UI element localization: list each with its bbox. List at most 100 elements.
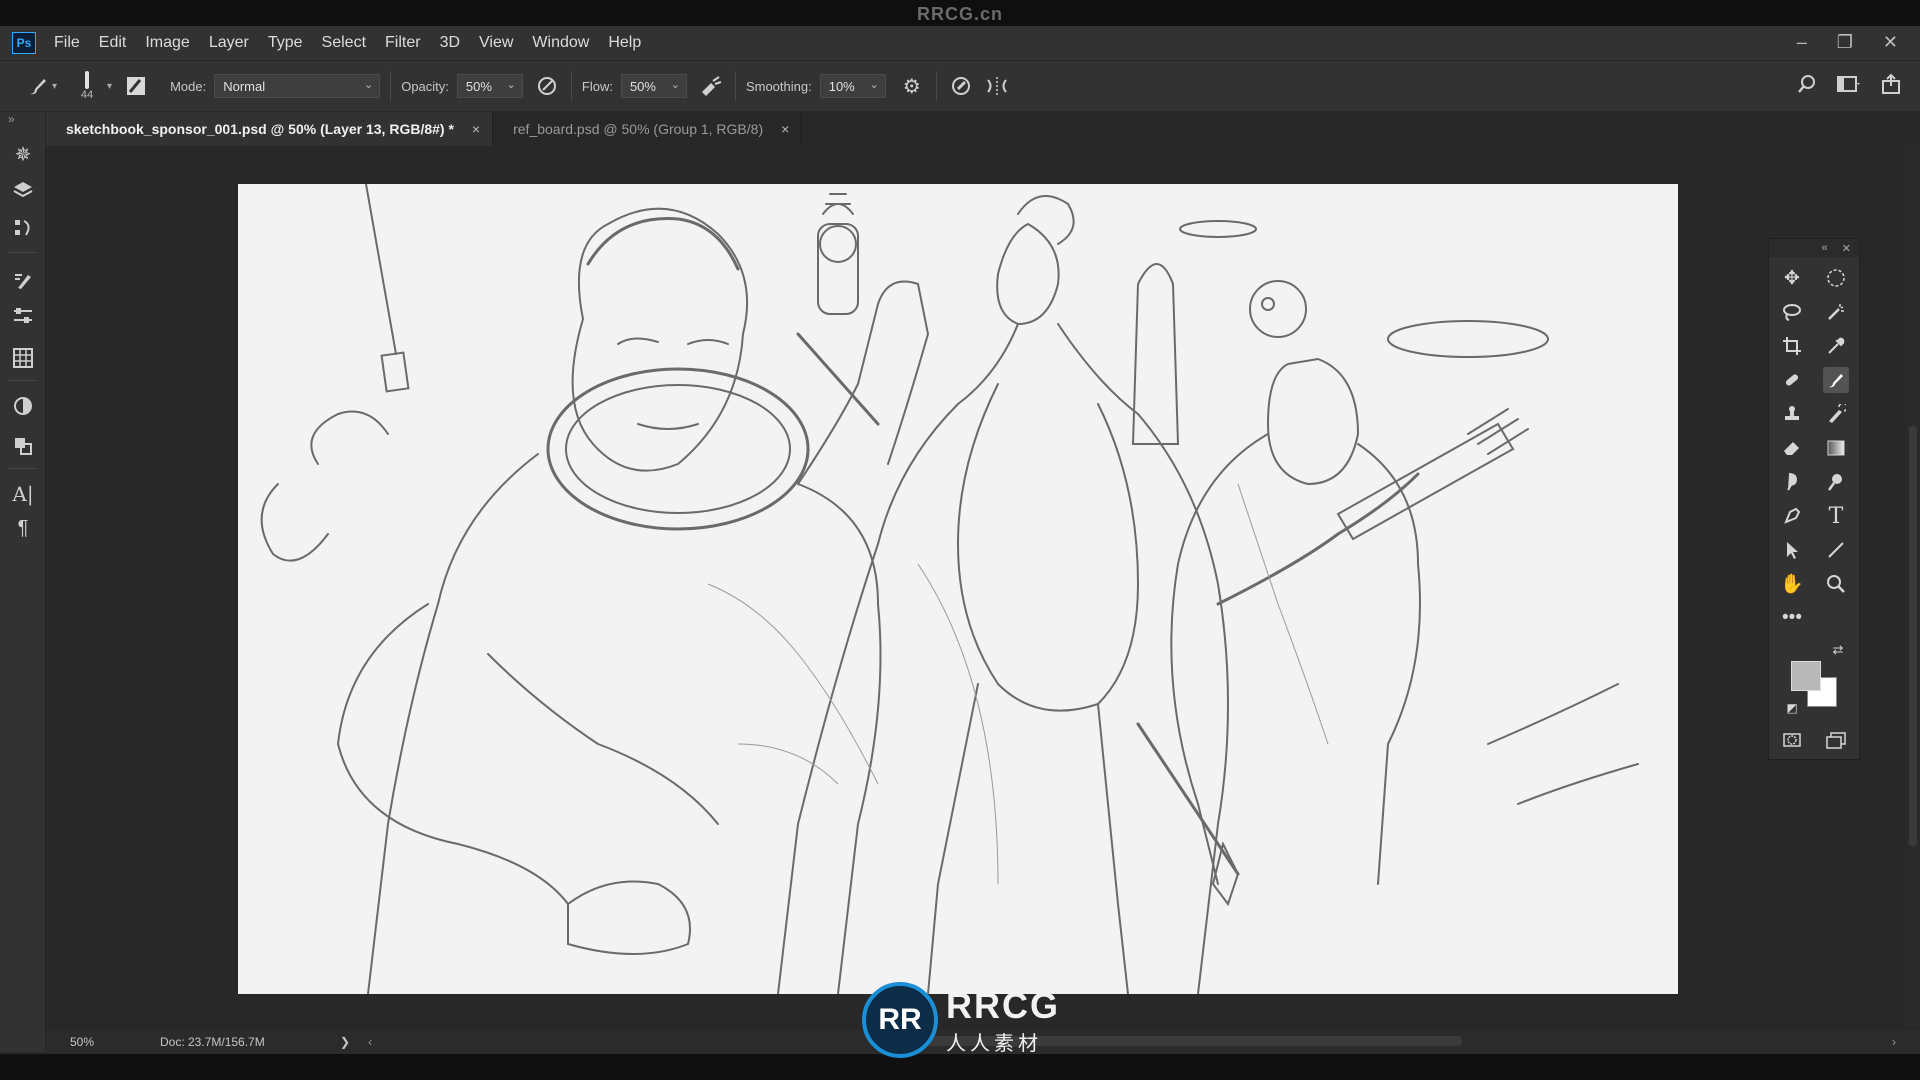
path-select-icon[interactable] (1779, 537, 1805, 563)
menu-file[interactable]: File (54, 34, 80, 52)
menu-edit[interactable]: Edit (99, 34, 127, 52)
airbrush-icon[interactable] (697, 72, 725, 100)
brush-size-picker[interactable]: 44 (73, 71, 101, 101)
menu-layer[interactable]: Layer (209, 34, 249, 52)
zoom-icon[interactable] (1823, 571, 1849, 597)
close-button[interactable]: ✕ (1883, 32, 1898, 53)
mode-label: Mode: (170, 78, 207, 94)
photoshop-logo: Ps (12, 32, 36, 54)
watermark-top: RRCG.cn (916, 4, 1003, 24)
mode-select[interactable]: Normal ⌄ (214, 74, 381, 98)
close-icon[interactable]: ✕ (1842, 242, 1851, 255)
status-arrow-icon[interactable]: ❯ (340, 1035, 350, 1049)
layers-icon[interactable] (11, 178, 35, 202)
title-strip: RRCG.cn (0, 0, 1920, 26)
menu-bar: Ps File Edit Image Layer Type Select Fil… (0, 26, 1920, 60)
minimize-button[interactable]: – (1797, 32, 1807, 53)
more-tools-icon[interactable]: ••• (1779, 605, 1805, 631)
sketch-artwork (260, 184, 1639, 994)
ellipse-marquee-icon[interactable] (1823, 265, 1849, 291)
3d-icon[interactable] (11, 434, 35, 458)
document-canvas[interactable] (238, 184, 1678, 994)
chevron-down-icon[interactable]: ▾ (52, 81, 57, 92)
smoothing-input[interactable]: 10% ⌄ (819, 74, 886, 98)
swap-colors-icon[interactable]: ⇄ (1825, 637, 1851, 663)
smudge-icon[interactable] (1779, 469, 1805, 495)
symmetry-icon[interactable] (983, 72, 1011, 100)
brush-icon[interactable] (11, 268, 35, 292)
brush-tool-icon[interactable] (1823, 367, 1849, 393)
dodge-icon[interactable] (1823, 469, 1849, 495)
tab-label: ref_board.psd @ 50% (Group 1, RGB/8) (513, 121, 764, 137)
move-icon[interactable]: ✥ (1779, 265, 1805, 291)
grid-icon[interactable] (11, 346, 35, 370)
eraser-icon[interactable] (1779, 435, 1805, 461)
menu-image[interactable]: Image (145, 34, 189, 52)
tab-sketchbook[interactable]: sketchbook_sponsor_001.psd @ 50% (Layer … (46, 112, 494, 146)
close-icon[interactable]: × (781, 121, 789, 137)
character-icon[interactable]: A| (11, 482, 35, 506)
menu-select[interactable]: Select (322, 34, 366, 52)
gradient-icon[interactable] (1823, 435, 1849, 461)
history-brush-icon[interactable] (1823, 401, 1849, 427)
opacity-input[interactable]: 50% ⌄ (456, 74, 523, 98)
opacity-value: 50% (465, 78, 492, 94)
menu-filter[interactable]: Filter (385, 34, 421, 52)
paths-icon[interactable] (11, 216, 35, 240)
chevron-down-icon: ⌄ (869, 79, 879, 91)
collapse-icon[interactable]: « (1822, 242, 1828, 254)
screen-mode-icon[interactable] (1823, 727, 1849, 753)
scroll-thumb[interactable] (1909, 426, 1917, 846)
pressure-size-icon[interactable] (947, 72, 975, 100)
smoothing-value: 10% (828, 78, 855, 94)
brush-preset-icon[interactable] (24, 72, 52, 100)
foreground-color-swatch[interactable] (1791, 661, 1821, 691)
lasso-icon[interactable] (1779, 299, 1805, 325)
menu-help[interactable]: Help (608, 34, 641, 52)
restore-button[interactable]: ❐ (1837, 32, 1853, 53)
share-icon[interactable] (1880, 73, 1902, 101)
pen-icon[interactable] (1779, 503, 1805, 529)
default-colors-icon[interactable]: ◩ (1779, 695, 1805, 721)
chevron-down-icon[interactable]: ▾ (107, 81, 112, 92)
workspace-icon[interactable] (1836, 73, 1862, 101)
type-tool-icon[interactable]: T (1823, 503, 1849, 529)
scroll-right-icon[interactable]: › (1892, 1035, 1896, 1049)
vertical-scrollbar[interactable] (1906, 146, 1920, 1026)
brush-tip-icon (85, 71, 90, 89)
tab-ref-board[interactable]: ref_board.psd @ 50% (Group 1, RGB/8) × (493, 112, 803, 146)
paragraph-icon[interactable]: ¶ (11, 516, 35, 540)
flow-input[interactable]: 50% ⌄ (620, 74, 687, 98)
magic-wand-icon[interactable] (1823, 299, 1849, 325)
gear-icon[interactable]: ⚙ (898, 72, 926, 100)
logo-subtitle: 人人素材 (946, 1032, 1042, 1055)
brush-settings-toggle-icon[interactable] (122, 72, 150, 100)
menu-type[interactable]: Type (268, 34, 303, 52)
stamp-icon[interactable] (1779, 401, 1805, 427)
photoshop-window: RRCG.cn Ps File Edit Image Layer Type Se… (0, 0, 1920, 1080)
tab-label: sketchbook_sponsor_001.psd @ 50% (Layer … (66, 121, 454, 137)
search-icon[interactable] (1796, 73, 1818, 101)
flow-value: 50% (629, 78, 656, 94)
menu-3d[interactable]: 3D (440, 34, 460, 52)
hand-icon[interactable]: ✋ (1779, 571, 1805, 597)
brush-settings-icon[interactable]: ✵ (11, 142, 35, 166)
expand-panels-icon[interactable]: » (8, 112, 15, 126)
separator (734, 71, 736, 101)
scroll-left-icon[interactable]: ‹ (368, 1035, 372, 1049)
quick-mask-icon[interactable] (1779, 727, 1805, 753)
healing-icon[interactable] (1779, 367, 1805, 393)
rrcg-logo: RR RRCG 人人素材 (862, 982, 1060, 1058)
eyedropper-icon[interactable] (1823, 333, 1849, 359)
menu-window[interactable]: Window (532, 34, 589, 52)
close-icon[interactable]: × (472, 121, 480, 137)
adjust-icon[interactable] (11, 304, 35, 328)
logo-title: RRCG (946, 984, 1060, 1026)
zoom-level[interactable]: 50% (70, 1035, 160, 1049)
color-icon[interactable] (11, 394, 35, 418)
pressure-opacity-icon[interactable] (533, 72, 561, 100)
window-controls: – ❐ ✕ (1797, 32, 1898, 53)
menu-view[interactable]: View (479, 34, 513, 52)
line-icon[interactable] (1823, 537, 1849, 563)
crop-icon[interactable] (1779, 333, 1805, 359)
